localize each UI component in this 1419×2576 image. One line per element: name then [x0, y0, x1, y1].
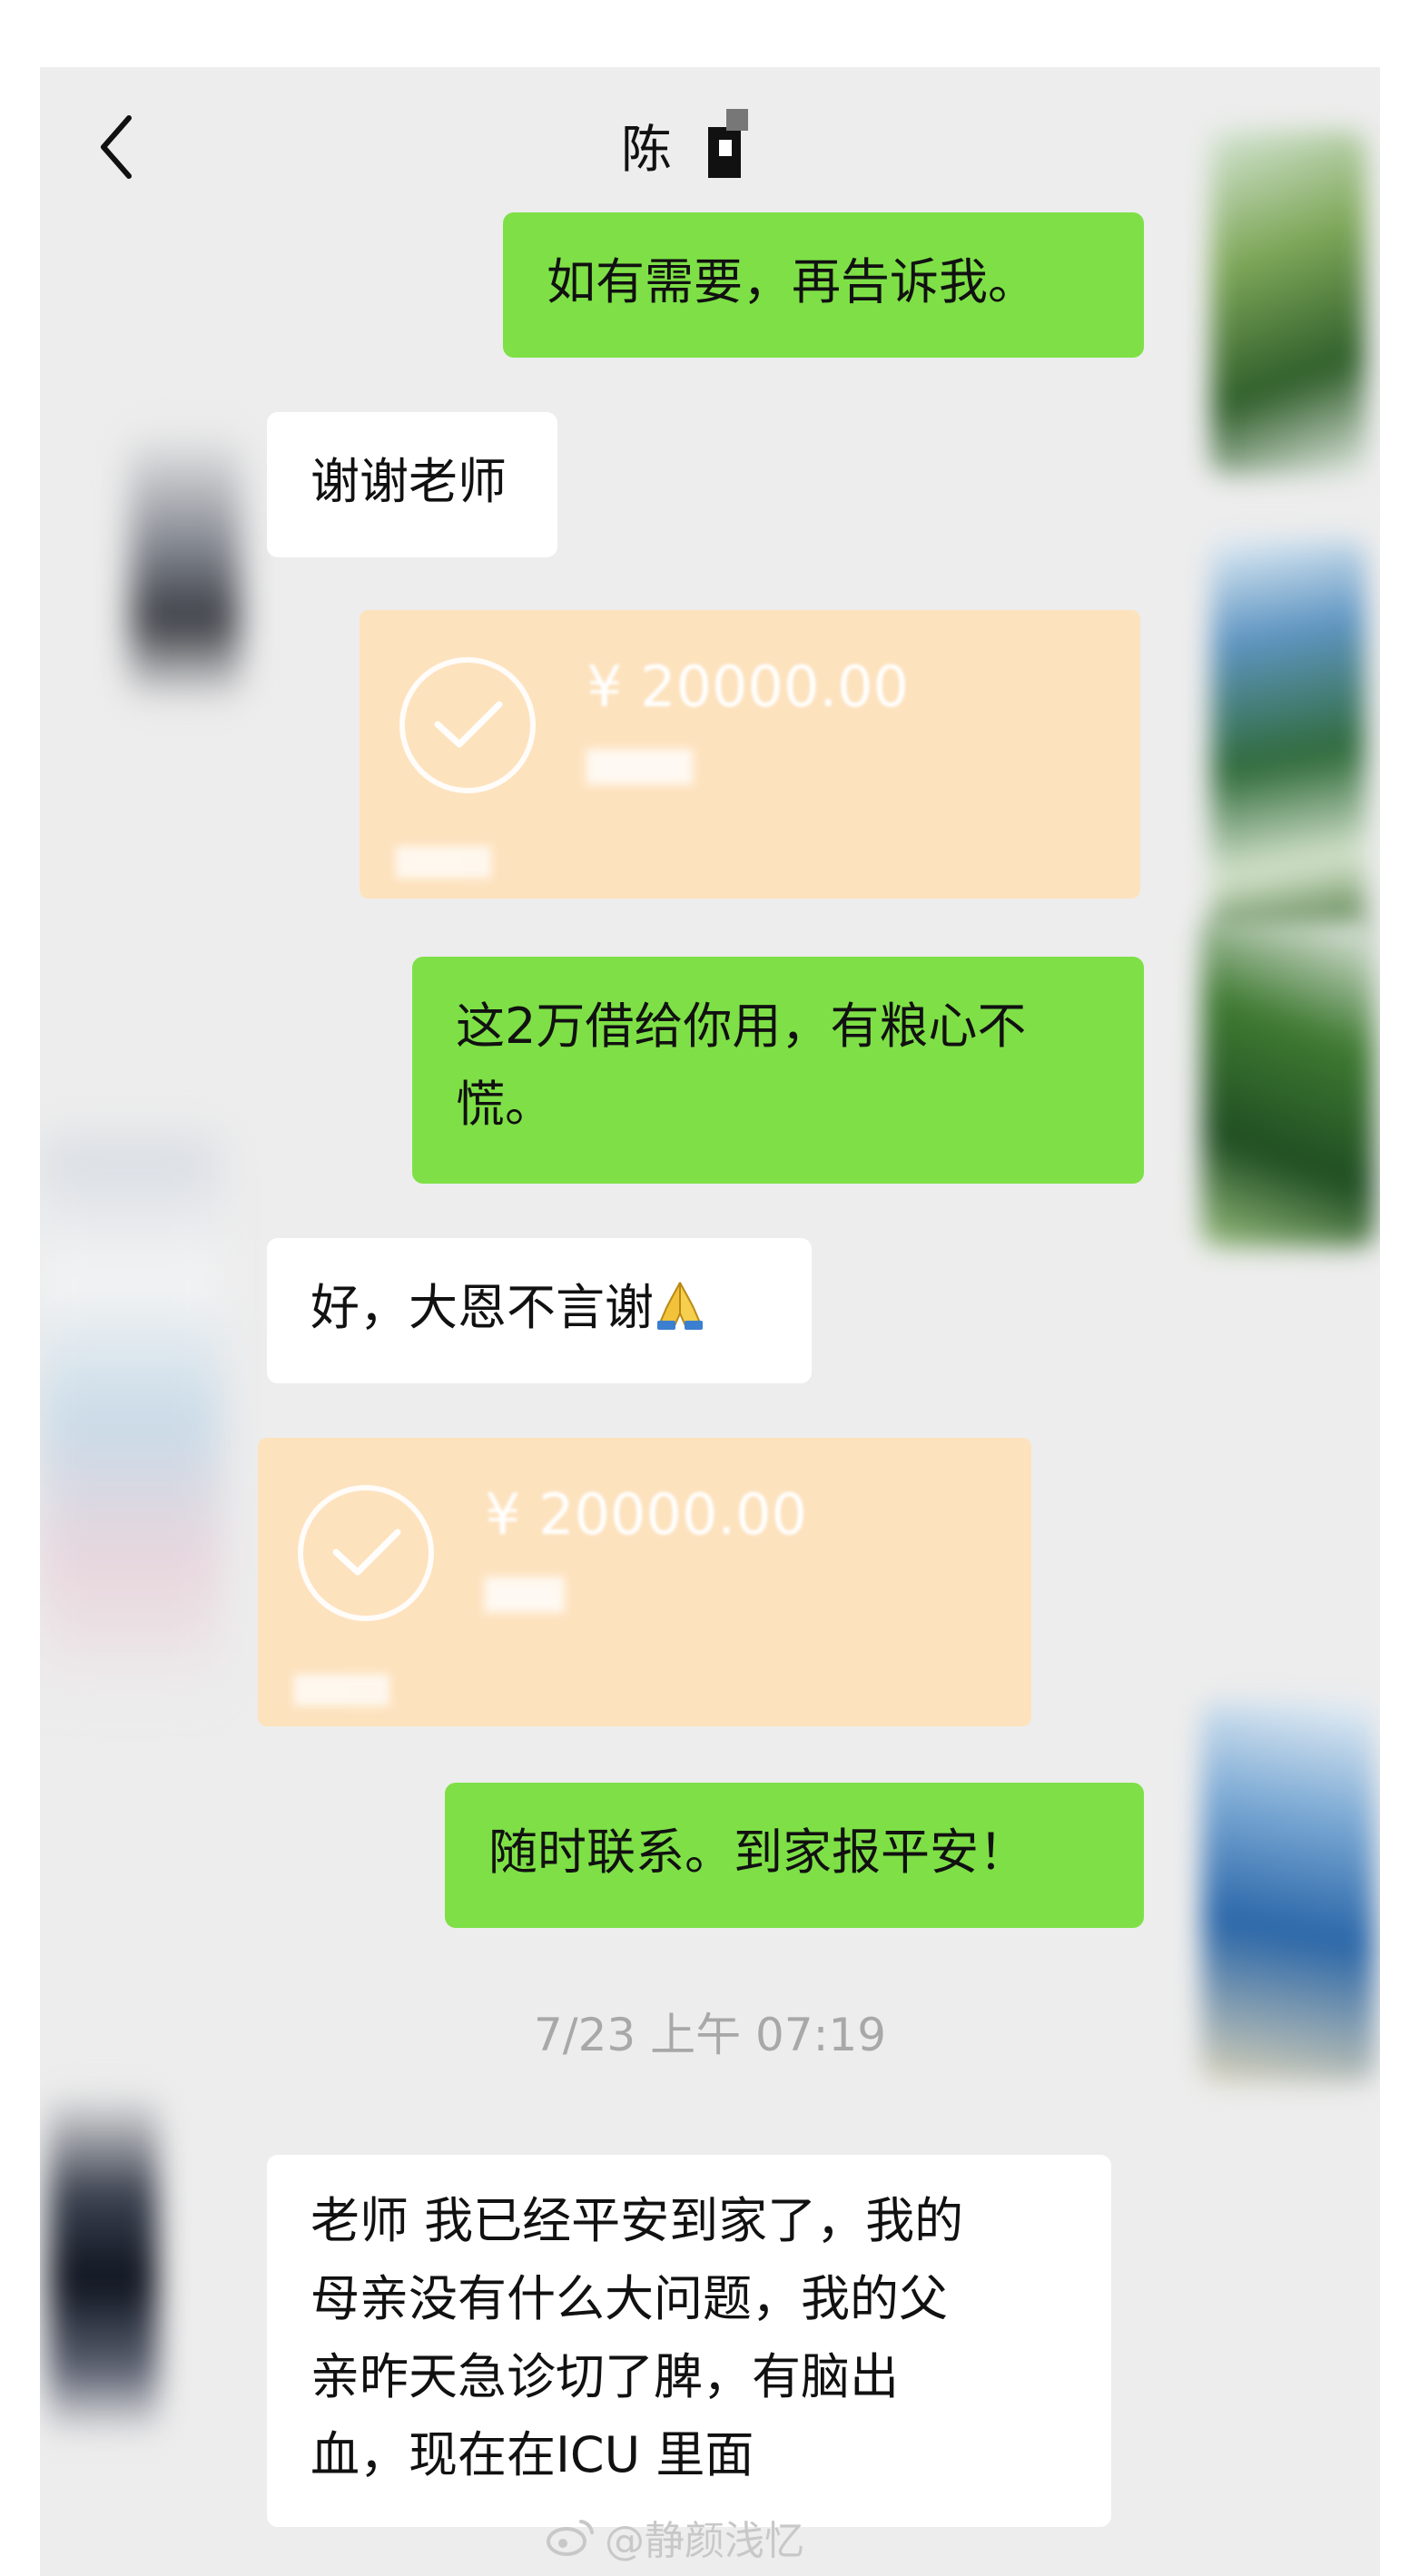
message-text: 谢谢老师 [310, 453, 507, 510]
message-bubble-outgoing[interactable]: 如有需要，再告诉我。 [503, 212, 1144, 358]
message-text: 随时联系。到家报平安！ [488, 1824, 1028, 1881]
message-timestamp: 7/23 上午 07:19 [533, 2009, 887, 2061]
folded-hands-icon [654, 1276, 706, 1331]
watermark-text: @静颜浅忆 [605, 2518, 804, 2564]
contact-avatar[interactable] [40, 1138, 222, 1701]
chevron-left-icon [101, 115, 132, 179]
weibo-watermark: @静颜浅忆 [545, 2505, 804, 2569]
chat-title: 陈 [621, 109, 754, 182]
message-bubble-incoming[interactable]: 好，大恩不言谢 [267, 1238, 812, 1383]
transfer-amount: ¥ 20000.00 [485, 1481, 807, 1548]
self-avatar[interactable] [1202, 920, 1375, 1247]
message-text: 好，大恩不言谢 [310, 1279, 654, 1336]
message-text: 老师 我已经平安到家了，我的 母亲没有什么大问题，我的父 亲昨天急诊切了脾，有脑… [310, 2192, 964, 2483]
transfer-status-redacted: ▇▇▇ [485, 1572, 565, 1612]
self-avatar[interactable] [1211, 539, 1365, 939]
transfer-status-redacted: ▇▇▇▇ [586, 744, 693, 784]
check-circle-icon [399, 657, 536, 793]
chat-screen: 陈 如有需要，再告诉我。 谢谢老师 ¥ 20000.00 ▇▇▇▇ ▇▇▇▇ 这… [40, 67, 1380, 2576]
transfer-footer-redacted: ▇▇▇▇ [294, 1670, 389, 1706]
message-bubble-outgoing[interactable]: 随时联系。到家报平安！ [445, 1783, 1144, 1928]
weibo-icon [545, 2516, 596, 2558]
transfer-card-incoming[interactable]: ¥ 20000.00 ▇▇▇ ▇▇▇▇ [258, 1438, 1031, 1726]
chat-header: 陈 [40, 67, 1380, 203]
transfer-amount: ¥ 20000.00 [586, 654, 909, 720]
transfer-footer-redacted: ▇▇▇▇ [396, 842, 491, 879]
contact-avatar[interactable] [131, 430, 240, 703]
message-bubble-outgoing[interactable]: 这2万借给你用，有粮心不 慌。 [412, 957, 1144, 1184]
back-button[interactable] [91, 111, 142, 183]
message-bubble-incoming[interactable]: 谢谢老师 [267, 412, 557, 557]
contact-name: 陈 [621, 120, 672, 180]
message-text: 如有需要，再告诉我。 [547, 253, 1037, 310]
message-bubble-incoming[interactable]: 老师 我已经平安到家了，我的 母亲没有什么大问题，我的父 亲昨天急诊切了脾，有脑… [267, 2155, 1111, 2527]
check-circle-icon [298, 1485, 434, 1621]
message-text: 这2万借给你用，有粮心不 慌。 [456, 998, 1027, 1133]
self-avatar[interactable] [1211, 131, 1365, 476]
transfer-card-outgoing[interactable]: ¥ 20000.00 ▇▇▇▇ ▇▇▇▇ [360, 610, 1140, 899]
contact-avatar[interactable] [49, 2091, 158, 2436]
name-redaction-mask [699, 109, 754, 182]
